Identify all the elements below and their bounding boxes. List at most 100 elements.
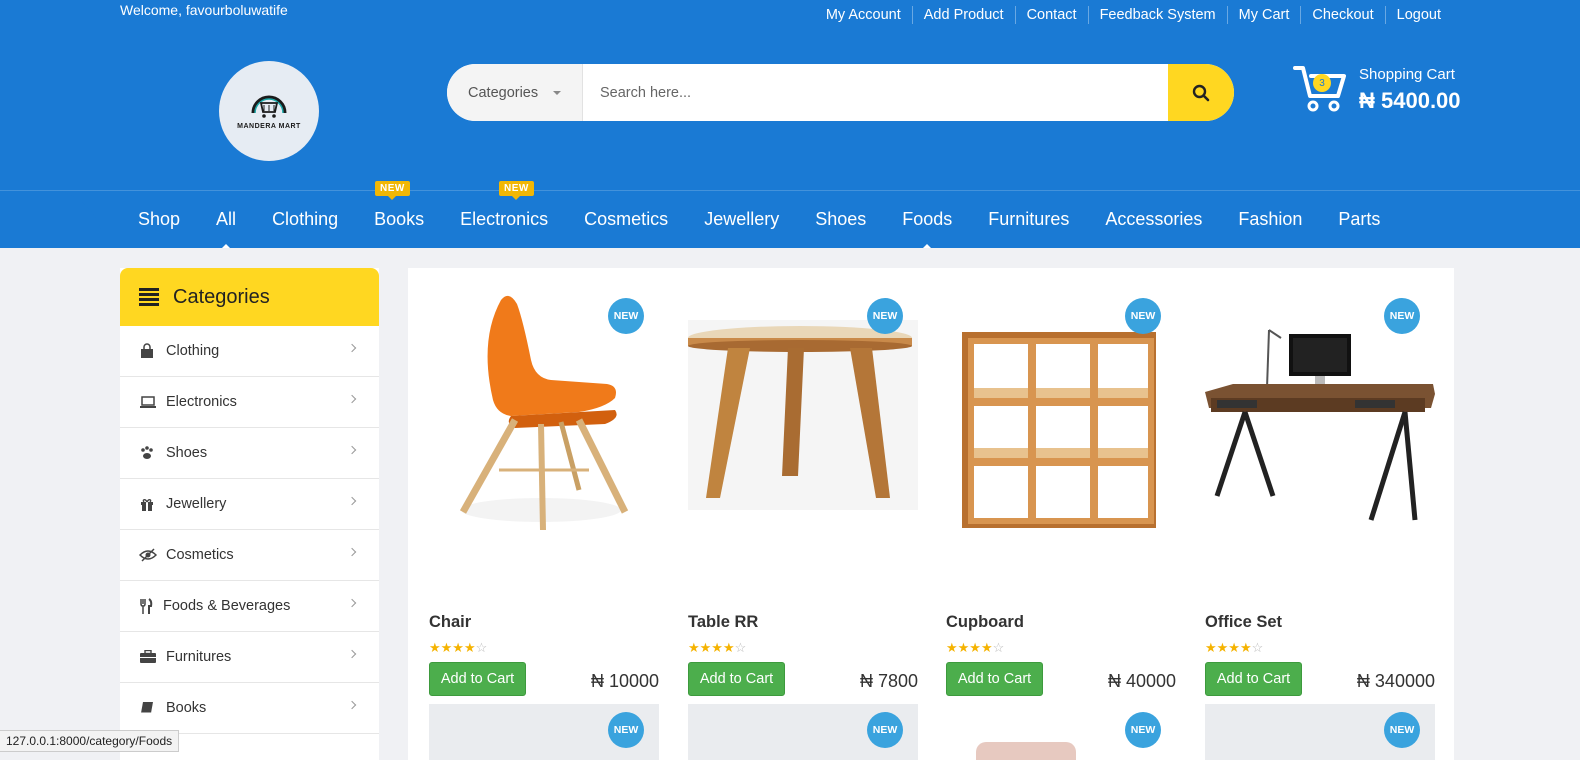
star-icon: ★★★★ (1205, 640, 1252, 655)
sidebar-item-electronics[interactable]: Electronics (120, 377, 379, 428)
star-empty-icon: ☆ (475, 640, 488, 655)
chevron-right-icon (347, 343, 357, 353)
sidebar-item-label: Foods & Beverages (163, 598, 291, 614)
star-icon: ★★★★ (688, 640, 735, 655)
rating-stars: ★★★★☆ (688, 640, 746, 656)
new-badge: NEW (608, 298, 644, 334)
sidebar-title: Categories (173, 285, 270, 308)
sidebar-item-furnitures[interactable]: Furnitures (120, 632, 379, 683)
nav-decoration-mask (0, 191, 102, 248)
product-price: ₦ 10000 (590, 671, 659, 691)
sidebar-item-label: Jewellery (166, 496, 227, 512)
cart-total: ₦ 5400.00 (1359, 88, 1461, 113)
cutlery-icon (139, 598, 158, 614)
product-name[interactable]: Cupboard (946, 613, 1024, 632)
search-category-label: Categories (468, 84, 539, 101)
nav-item-fashion[interactable]: Fashion (1220, 191, 1320, 248)
sidebar-item-label: Shoes (166, 445, 208, 461)
sidebar-item-shoes[interactable]: Shoes (120, 428, 379, 479)
active-marker (221, 244, 232, 248)
site-logo[interactable]: MANDERA MART (219, 61, 319, 161)
link-contact[interactable]: Contact (1014, 6, 1088, 24)
search-input[interactable] (583, 64, 1168, 121)
product-name[interactable]: Office Set (1205, 613, 1282, 632)
add-to-cart-button[interactable]: Add to Cart (429, 662, 526, 696)
briefcase-icon (139, 650, 161, 664)
rating-stars: ★★★★☆ (429, 640, 487, 656)
star-icon: ★★★★ (946, 640, 993, 655)
nav-item-furnitures[interactable]: Furnitures (970, 191, 1087, 248)
product-name[interactable]: Chair (429, 613, 471, 632)
add-to-cart-button[interactable]: Add to Cart (946, 662, 1043, 696)
new-badge-books: NEW (375, 181, 410, 200)
chevron-right-icon (347, 394, 357, 404)
new-badge: NEW (608, 712, 644, 748)
new-badge: NEW (867, 298, 903, 334)
star-icon: ★★★★ (429, 640, 476, 655)
search-icon (1192, 84, 1210, 101)
sidebar-item-clothing[interactable]: Clothing (120, 326, 379, 377)
sidebar-item-cosmetics[interactable]: Cosmetics (120, 530, 379, 581)
star-empty-icon: ☆ (734, 640, 747, 655)
sidebar-item-books[interactable]: Books (120, 683, 379, 734)
logo-text: MANDERA MART (237, 122, 301, 130)
chevron-right-icon (347, 649, 357, 659)
new-badge-electronics: NEW (499, 181, 534, 200)
shopping-bag-icon (139, 343, 161, 359)
sidebar-item-jewellery[interactable]: Jewellery (120, 479, 379, 530)
book-icon (139, 700, 161, 716)
link-my-account[interactable]: My Account (815, 6, 912, 24)
active-marker (922, 244, 933, 248)
chevron-right-icon (347, 496, 357, 506)
product-price: ₦ 7800 (859, 671, 918, 691)
sidebar-item-foods-beverages[interactable]: Foods & Beverages (120, 581, 379, 632)
cart-label: Shopping Cart (1359, 66, 1455, 83)
chevron-right-icon (347, 598, 357, 608)
caret-down-icon (553, 91, 561, 95)
nav-item-shop[interactable]: Shop (120, 191, 198, 248)
top-links: My Account Add Product Contact Feedback … (815, 6, 1452, 24)
link-add-product[interactable]: Add Product (911, 6, 1015, 24)
new-badge: NEW (1125, 298, 1161, 334)
nav-item-jewellery[interactable]: Jewellery (686, 191, 797, 248)
new-badge: NEW (867, 712, 903, 748)
link-feedback-system[interactable]: Feedback System (1087, 6, 1227, 24)
sidebar-item-label: Electronics (166, 394, 237, 410)
nav-item-clothing[interactable]: Clothing (254, 191, 356, 248)
link-logout[interactable]: Logout (1384, 6, 1452, 24)
product-name[interactable]: Table RR (688, 613, 758, 632)
add-to-cart-button[interactable]: Add to Cart (1205, 662, 1302, 696)
header-cart[interactable]: 3 Shopping Cart ₦ 5400.00 (1293, 62, 1463, 122)
nav-item-foods[interactable]: Foods (884, 191, 970, 248)
nav-item-all[interactable]: All (198, 191, 254, 248)
add-to-cart-button[interactable]: Add to Cart (688, 662, 785, 696)
nav-item-electronics[interactable]: Electronics (442, 191, 566, 248)
product-grid: NEW Chair ★★★★☆ Add to Cart ₦ 10000 NEW … (408, 268, 1454, 760)
search-button[interactable] (1168, 64, 1234, 121)
nav-item-shoes[interactable]: Shoes (797, 191, 884, 248)
list-icon (139, 286, 159, 308)
product-image (976, 742, 1076, 760)
new-badge: NEW (1125, 712, 1161, 748)
rating-stars: ★★★★☆ (1205, 640, 1263, 656)
search-category-select[interactable]: Categories (447, 64, 583, 121)
nav-item-cosmetics[interactable]: Cosmetics (566, 191, 686, 248)
nav-item-books[interactable]: Books (356, 191, 442, 248)
welcome-text: Welcome, favourboluwatife (120, 2, 288, 18)
browser-status-url: 127.0.0.1:8000/category/Foods (0, 730, 180, 752)
nav-item-accessories[interactable]: Accessories (1087, 191, 1220, 248)
nav-item-label: Foods (902, 209, 953, 229)
category-sidebar: Categories Clothing Electronics Shoes Je… (120, 268, 379, 760)
new-badge: NEW (1384, 298, 1420, 334)
nav-item-parts[interactable]: Parts (1320, 191, 1398, 248)
rating-stars: ★★★★☆ (946, 640, 1004, 656)
link-checkout[interactable]: Checkout (1300, 6, 1384, 24)
sidebar-item-label: Clothing (166, 343, 220, 359)
sidebar-header: Categories (120, 268, 379, 326)
link-my-cart[interactable]: My Cart (1226, 6, 1301, 24)
laptop-icon (139, 395, 161, 409)
eye-slash-icon (139, 548, 161, 562)
search-bar: Categories (447, 64, 1234, 121)
star-empty-icon: ☆ (1251, 640, 1264, 655)
chevron-right-icon (347, 547, 357, 557)
